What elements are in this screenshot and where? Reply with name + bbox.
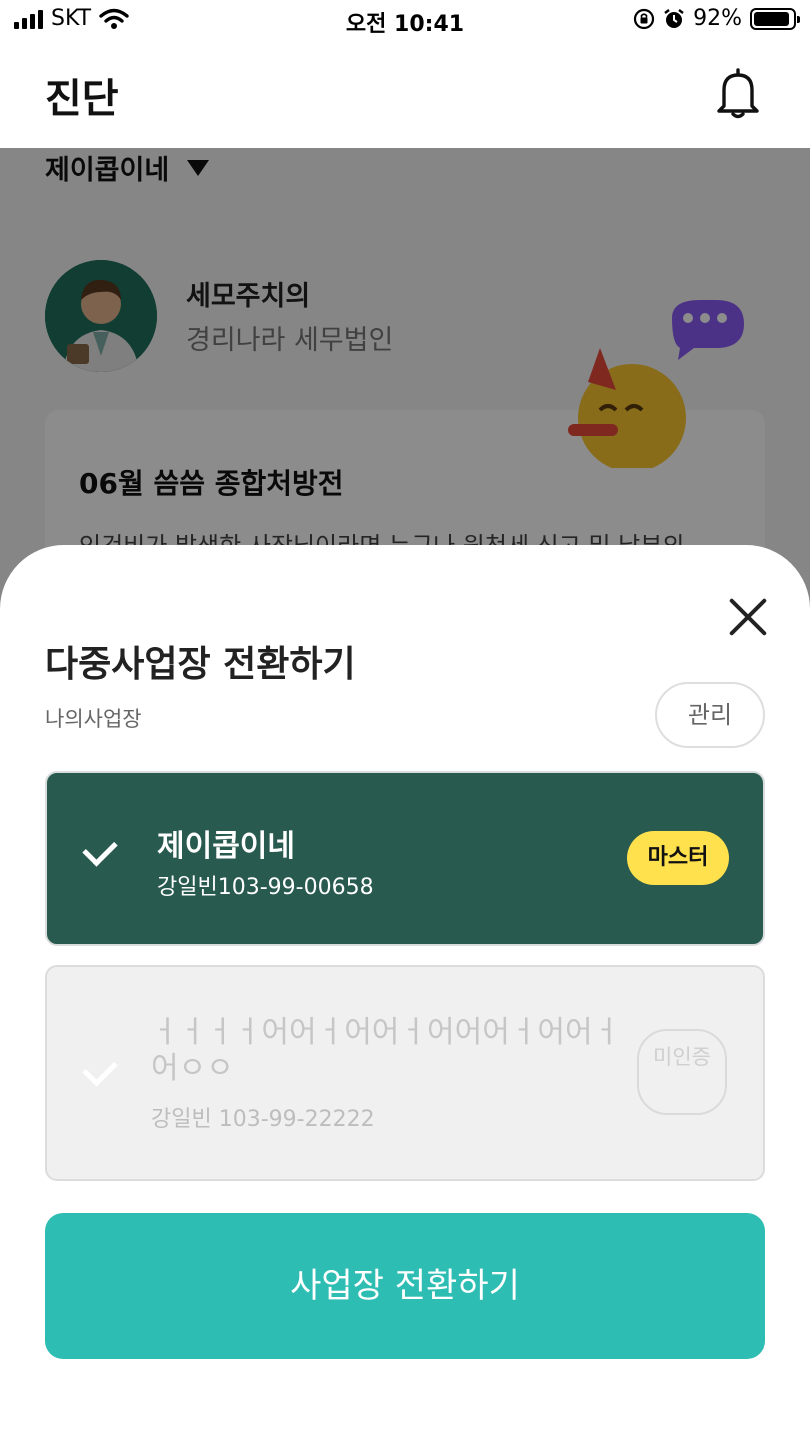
bell-icon[interactable]: [714, 66, 762, 120]
dim-overlay[interactable]: [0, 148, 810, 608]
business-name: ㅓㅓㅓㅓ어어ㅓ어어ㅓ어어어ㅓ어어ㅓ어ㅇㅇ: [151, 1015, 621, 1086]
status-right: 92%: [633, 6, 800, 31]
manage-button[interactable]: 관리: [655, 682, 765, 748]
sheet-title: 다중사업장 전환하기: [45, 644, 356, 685]
alarm-icon: [664, 8, 684, 28]
orientation-lock-icon: [633, 8, 655, 29]
status-bar: SKT 오전 10:41 92%: [0, 0, 810, 44]
switch-business-button[interactable]: 사업장 전환하기: [45, 1213, 765, 1359]
business-reg-number: 강일빈103-99-00658: [157, 875, 374, 900]
sheet-subtitle: 나의사업장: [45, 707, 142, 731]
master-badge: 마스터: [627, 831, 729, 885]
business-reg-number: 강일빈 103-99-22222: [151, 1107, 375, 1132]
business-option-unverified[interactable]: ㅓㅓㅓㅓ어어ㅓ어어ㅓ어어어ㅓ어어ㅓ어ㅇㅇ 강일빈 103-99-22222 미인…: [45, 965, 765, 1181]
check-icon: [82, 1051, 118, 1087]
business-name: 제이콥이네: [157, 829, 295, 864]
close-icon[interactable]: [726, 595, 770, 639]
switch-business-sheet: 다중사업장 전환하기 나의사업장 관리 제이콥이네 강일빈103-99-0065…: [0, 545, 810, 1440]
unverified-badge: 미인증: [637, 1029, 727, 1115]
app-header: 진단: [0, 44, 810, 148]
page-title: 진단: [45, 76, 119, 122]
battery-percent: 92%: [693, 6, 742, 31]
battery-icon: [750, 7, 800, 30]
business-option-selected[interactable]: 제이콥이네 강일빈103-99-00658 마스터: [45, 771, 765, 946]
check-icon: [82, 831, 118, 867]
